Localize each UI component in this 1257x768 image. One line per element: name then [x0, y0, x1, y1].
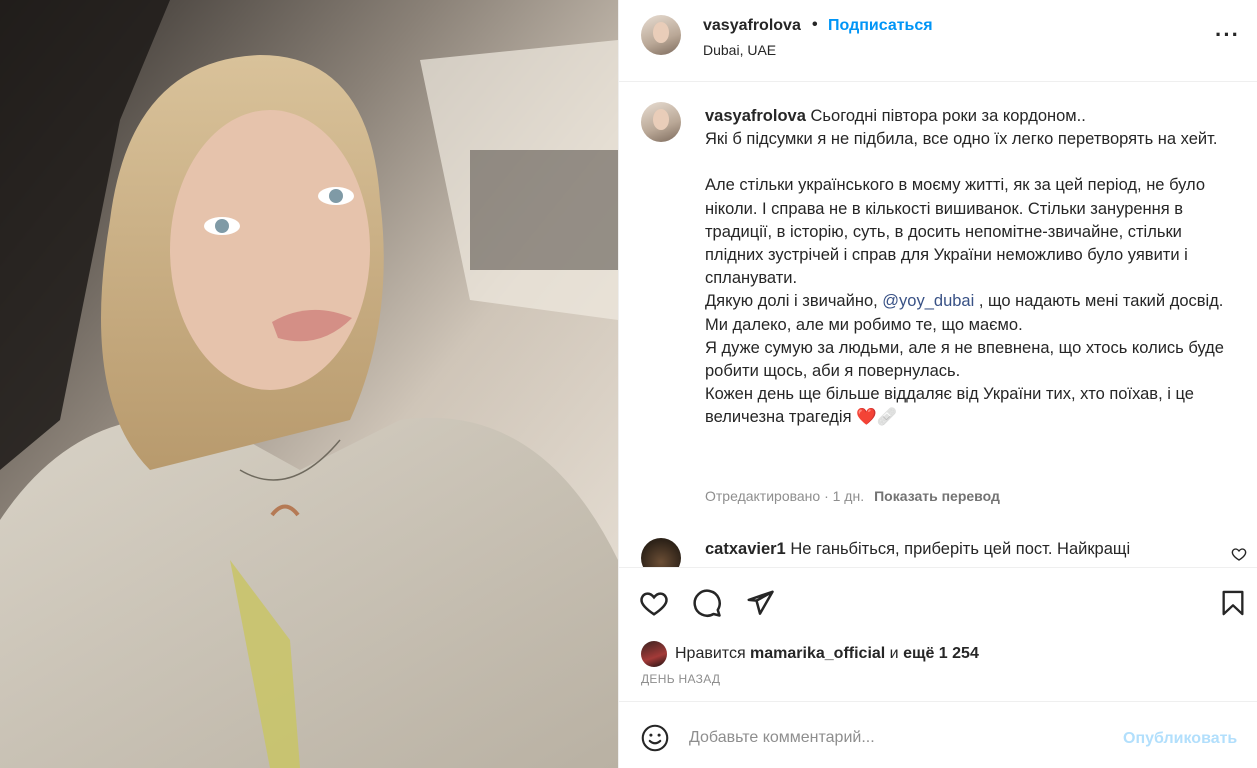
caption-text: vasyafrolova Сьогодні півтора роки за ко… — [705, 105, 1225, 430]
comment-text: catxavier1 Не ганьбіться, приберіть цей … — [705, 540, 1130, 559]
selfie-illustration — [0, 0, 618, 768]
author-avatar[interactable] — [641, 15, 681, 55]
comment-body: Не ганьбіться, приберіть цей пост. Найкр… — [785, 540, 1131, 558]
post-location[interactable]: Dubai, UAE — [703, 42, 776, 58]
likes-middle: и — [885, 645, 904, 662]
post-header: vasyafrolova • Подписаться Dubai, UAE ··… — [619, 0, 1257, 82]
commenter-username[interactable]: catxavier1 — [705, 540, 786, 558]
comment-input[interactable] — [689, 722, 1109, 754]
caption-line-2: Які б підсумки я не підбила, все одно їх… — [705, 130, 1218, 149]
caption-meta: Отредактировано · 1 дн. Показать перевод — [705, 488, 1000, 504]
post-timestamp[interactable]: ДЕНЬ НАЗАД — [641, 672, 720, 686]
mention-link[interactable]: @yoy_dubai — [882, 292, 974, 310]
comments-section[interactable]: vasyafrolova Сьогодні півтора роки за ко… — [619, 83, 1257, 567]
commenter-avatar[interactable] — [641, 538, 681, 567]
caption-line-3: Але стільки українського в моєму житті, … — [705, 176, 1206, 288]
show-translation-button[interactable]: Показать перевод — [874, 488, 1000, 504]
action-bar: Нравится mamarika_official и ещё 1 254 Д… — [619, 567, 1257, 697]
caption-line-1: Сьогодні півтора роки за кордоном.. — [810, 107, 1086, 125]
caption-line-4: Дякую долі і звичайно, — [705, 292, 883, 311]
add-comment-bar: Опубликовать — [619, 701, 1257, 768]
follow-button[interactable]: Подписаться — [828, 17, 933, 35]
liker-username[interactable]: mamarika_official — [750, 645, 885, 662]
share-send-icon[interactable] — [745, 588, 775, 618]
post-photo[interactable] — [0, 0, 618, 768]
more-options-icon[interactable]: ··· — [1215, 24, 1240, 46]
liker-avatar[interactable] — [641, 641, 667, 667]
caption-author-avatar[interactable] — [641, 102, 681, 142]
edited-time: Отредактировано · 1 дн. — [705, 488, 865, 504]
caption-username[interactable]: vasyafrolova — [705, 107, 806, 125]
author-username[interactable]: vasyafrolova — [703, 17, 801, 35]
comment-like-heart-icon[interactable] — [1231, 546, 1247, 562]
likes-count-link[interactable]: ещё 1 254 — [903, 645, 979, 662]
caption-after-mention: , що надають мені такий досвід. — [974, 292, 1224, 311]
publish-button[interactable]: Опубликовать — [1123, 730, 1237, 748]
caption-line-7: Кожен день ще більше віддаляє від Україн… — [705, 385, 1194, 427]
bookmark-icon[interactable] — [1219, 588, 1247, 618]
caption-line-6: Я дуже сумую за людьми, але я не впевнен… — [705, 338, 1224, 381]
comment-bubble-icon[interactable] — [692, 588, 722, 618]
caption-line-5: Ми далеко, але ми робимо те, що маємо. — [705, 315, 1023, 334]
likes-prefix: Нравится — [675, 645, 751, 662]
separator-dot: • — [812, 16, 818, 33]
like-heart-icon[interactable] — [639, 588, 669, 618]
emoji-smile-icon[interactable] — [641, 724, 669, 752]
post-side-panel: vasyafrolova • Подписаться Dubai, UAE ··… — [618, 0, 1257, 768]
